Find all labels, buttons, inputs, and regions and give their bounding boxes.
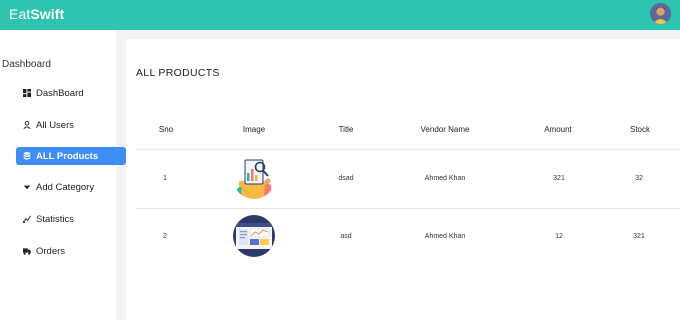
cell-title: dsad — [338, 175, 354, 182]
cell-vendor-name: Ahmed Khan — [424, 175, 466, 182]
sidebar-item-all-users[interactable]: All Users — [16, 116, 126, 134]
sidebar: Dashboard DashBoard All Users ALL Produc… — [0, 30, 126, 320]
cell-vendor-name: Ahmed Khan — [424, 233, 466, 240]
main-panel: ALL PRODUCTS Sno Image Title Vendor Name… — [126, 39, 680, 320]
grid-icon — [23, 89, 31, 97]
sidebar-item-dashboard[interactable]: DashBoard — [16, 84, 126, 102]
sidebar-heading: Dashboard — [2, 59, 51, 70]
product-image[interactable] — [233, 157, 275, 199]
database-icon — [23, 152, 31, 160]
cell-amount: 321 — [553, 175, 565, 182]
cell-amount: 12 — [555, 233, 563, 240]
brand-prefix: Eat — [9, 6, 31, 22]
truck-icon — [23, 247, 31, 255]
cell-title: asd — [340, 233, 352, 240]
column-header-title: Title — [338, 125, 354, 134]
cell-sno: 2 — [163, 233, 167, 240]
cell-stock: 321 — [633, 233, 645, 240]
sidebar-item-label: DashBoard — [36, 87, 84, 99]
cell-sno: 1 — [163, 175, 167, 182]
sidebar-item-label: Statistics — [36, 213, 75, 225]
column-header-image: Image — [242, 125, 266, 134]
sidebar-item-label: Orders — [36, 245, 66, 257]
product-image[interactable] — [233, 215, 275, 257]
sidebar-item-label: All Users — [36, 119, 75, 131]
cell-stock: 32 — [635, 175, 643, 182]
sidebar-item-label: ALL Products — [36, 150, 99, 162]
column-header-vendor-name: Vendor Name — [420, 125, 470, 134]
user-icon — [23, 121, 31, 129]
column-header-amount: Amount — [544, 125, 572, 134]
caret-down-icon — [23, 183, 31, 191]
brand-suffix: Swift — [30, 6, 65, 22]
sidebar-item-orders[interactable]: Orders — [16, 242, 126, 260]
brand-logo[interactable]: EatSwift — [9, 6, 64, 22]
top-bar: EatSwift — [0, 0, 680, 30]
sidebar-item-label: Add Category — [36, 181, 95, 193]
sidebar-item-add-category[interactable]: Add Category — [16, 178, 126, 196]
chart-line-icon — [23, 215, 31, 223]
sidebar-item-all-products[interactable]: ALL Products — [16, 147, 126, 165]
page-title: ALL PRODUCTS — [136, 67, 220, 79]
header-divider — [136, 149, 680, 150]
column-header-stock: Stock — [629, 125, 651, 134]
avatar[interactable] — [650, 3, 671, 24]
column-header-sno: Sno — [158, 125, 174, 134]
row-divider — [136, 208, 680, 209]
sidebar-item-statistics[interactable]: Statistics — [16, 210, 126, 228]
